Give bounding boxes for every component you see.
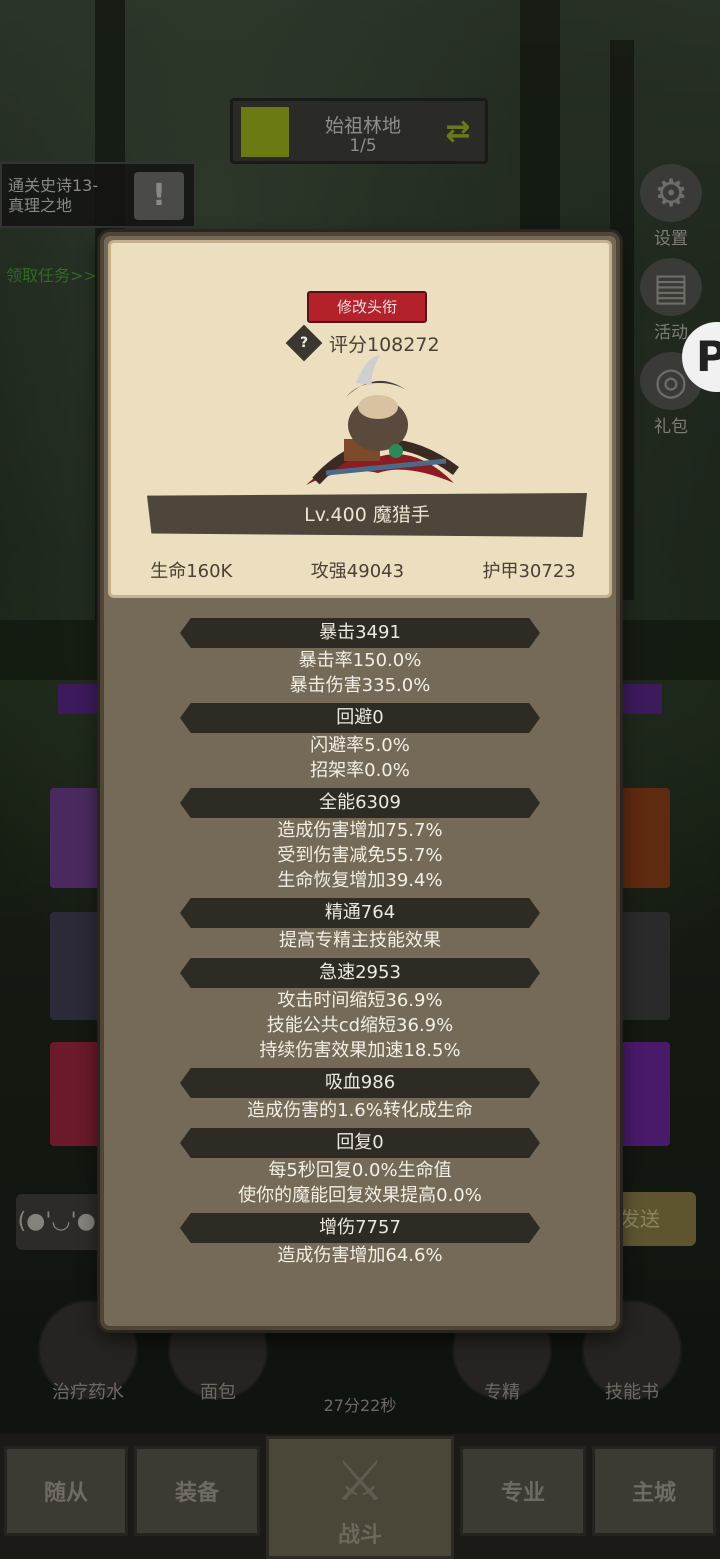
tab-equipment[interactable]: 装备 [134, 1446, 260, 1536]
specialization-label: 专精 [484, 1382, 520, 1403]
attr-header-regen: 回复0 [180, 1128, 540, 1158]
primary-stats: 生命160K 攻强49043 护甲30723 [111, 557, 615, 583]
attack-stat: 攻强49043 [310, 561, 405, 582]
skill-slot[interactable] [50, 1042, 102, 1146]
character-stats-panel: 修改头衔 ? 评分108272 Lv.400 魔猎手 生命160K 攻强4904… [100, 232, 620, 1330]
change-title-button[interactable]: 修改头衔 [307, 291, 427, 323]
stage-name: 始祖林地 [324, 115, 401, 137]
stage-thumbnail [241, 107, 289, 157]
tab-battle-label: 战斗 [337, 1523, 382, 1548]
switch-icon[interactable]: ⇄ [441, 115, 475, 149]
send-button[interactable]: 发送 [610, 1192, 696, 1246]
attr-header-mastery: 精通764 [180, 898, 540, 928]
attr-line: 生命恢复增加39.4% [277, 870, 443, 891]
tab-battle[interactable]: ⚔ 战斗 [266, 1436, 454, 1559]
quest-title-line2: 真理之地 [8, 196, 73, 215]
healing-potion-label: 治疗药水 [52, 1382, 124, 1403]
attr-line: 造成伤害增加64.6% [277, 1245, 443, 1266]
character-header: 修改头衔 ? 评分108272 Lv.400 魔猎手 生命160K 攻强4904… [108, 240, 612, 598]
attr-line: 提高专精主技能效果 [279, 930, 441, 951]
scroll-icon: ▤ [640, 258, 702, 316]
skill-slot[interactable] [618, 1042, 670, 1146]
crossed-swords-icon: ⚔ [334, 1449, 386, 1514]
skill-slot[interactable] [50, 912, 102, 1020]
armor-stat: 护甲30723 [482, 561, 576, 582]
claim-quest-link[interactable]: 领取任务>> [6, 262, 97, 286]
attr-line: 招架率0.0% [310, 760, 410, 781]
quest-panel[interactable]: 通关史诗13- 真理之地 ! [0, 162, 196, 228]
attr-header-crit: 暴击3491 [180, 618, 540, 648]
attr-line: 暴击伤害335.0% [289, 675, 431, 696]
attr-line: 攻击时间缩短36.9% [277, 990, 443, 1011]
attr-header-damage-bonus: 增伤7757 [180, 1213, 540, 1243]
attr-line: 持续伤害效果加速18.5% [259, 1040, 461, 1061]
quest-title-line1: 通关史诗13- [8, 176, 99, 195]
attr-header-versatility: 全能6309 [180, 788, 540, 818]
bread-label: 面包 [200, 1382, 236, 1403]
attr-line: 技能公共cd缩短36.9% [266, 1015, 454, 1036]
tab-city[interactable]: 主城 [592, 1446, 716, 1536]
stage-selector[interactable]: 始祖林地 1/5 ⇄ [230, 98, 488, 164]
hero-name-level: Lv.400 魔猎手 [147, 493, 587, 537]
attr-header-avoidance: 回避0 [180, 703, 540, 733]
hero-portrait [306, 355, 459, 485]
skill-slot[interactable] [50, 788, 102, 888]
stage-progress: 1/5 [349, 136, 377, 156]
attr-line: 造成伤害的1.6%转化成生命 [247, 1100, 473, 1121]
attr-line: 闪避率5.0% [310, 735, 410, 756]
attribute-list: 暴击3491 暴击率150.0% 暴击伤害335.0% 回避0 闪避率5.0% … [104, 618, 616, 1268]
emote-button[interactable]: (●'◡'●) [16, 1194, 106, 1250]
tab-profession[interactable]: 专业 [460, 1446, 586, 1536]
skill-slot[interactable] [618, 788, 670, 888]
settings-button[interactable]: ⚙ 设置 [636, 164, 706, 249]
skill-book-label: 技能书 [605, 1382, 659, 1403]
attr-line: 使你的魔能回复效果提高0.0% [238, 1185, 482, 1206]
attr-line: 造成伤害增加75.7% [277, 820, 443, 841]
chest-timer: 27分22秒 [323, 1396, 397, 1415]
attr-line: 暴击率150.0% [298, 650, 422, 671]
hp-stat: 生命160K [150, 561, 233, 582]
attr-header-lifesteal: 吸血986 [180, 1068, 540, 1098]
skill-slot[interactable] [618, 912, 670, 1020]
attr-line: 每5秒回复0.0%生命值 [268, 1160, 452, 1181]
help-symbol: ? [299, 335, 309, 351]
tab-companion[interactable]: 随从 [4, 1446, 128, 1536]
progress-bar [614, 684, 662, 714]
attr-header-haste: 急速2953 [180, 958, 540, 988]
gear-icon: ⚙ [640, 164, 702, 222]
progress-bar [58, 684, 106, 714]
attr-line: 受到伤害减免55.7% [277, 845, 443, 866]
settings-label: 设置 [654, 229, 688, 249]
exclamation-icon: ! [134, 172, 184, 220]
gift-label: 礼包 [654, 417, 688, 437]
